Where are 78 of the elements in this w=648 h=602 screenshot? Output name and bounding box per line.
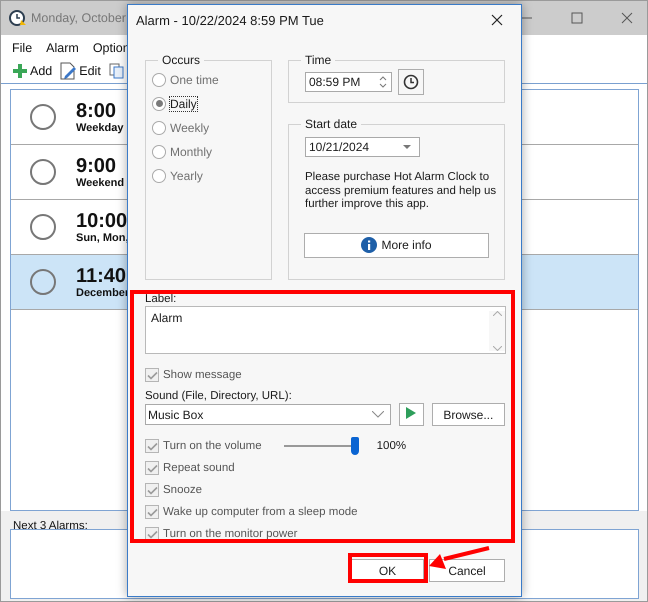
window-title: Monday, October [31,11,126,25]
checkbox-label: Repeat sound [163,462,235,474]
slider-thumb[interactable] [350,437,359,455]
close-icon[interactable] [491,14,503,26]
check-icon [146,370,158,380]
check-icon [146,464,158,472]
alarm-time: 9:00 [76,154,118,176]
alarm-schedule: December [76,286,130,300]
radio-label: Monthly [170,144,212,158]
toggle-circle[interactable] [30,104,56,130]
toolbar-button[interactable]: Add [13,64,52,78]
info-icon [361,237,378,253]
radio-button[interactable] [152,120,166,134]
clock-button[interactable] [398,69,424,95]
alarm-schedule: Sun, Mon, [76,232,129,244]
field-label: Label: [145,293,176,305]
radio-button[interactable] [152,144,166,158]
checkbox[interactable] [145,439,159,453]
radio-label: Yearly [170,168,203,182]
toggle-circle[interactable] [30,214,56,240]
group-title: Occurs [161,53,202,67]
caret-icon [403,145,411,149]
checkbox-label: Snooze [163,484,202,496]
volume-reading: 100% [376,440,406,452]
radio-label: Daily [170,96,197,110]
radio-button[interactable] [152,96,166,110]
section-label: Next 3 Alarms: [13,520,88,532]
checkbox[interactable] [145,505,159,519]
check-icon [146,508,158,516]
date-picker[interactable]: 10/21/2024 [305,137,420,157]
check-icon [146,442,158,450]
chevron-up-icon[interactable] [492,311,502,316]
spinner-icon[interactable] [379,75,387,89]
alarm-time: 10:00 [76,210,128,232]
play-button[interactable] [398,403,424,426]
volume-slider[interactable] [284,436,359,456]
check-icon [146,486,158,494]
menu-item[interactable]: File [12,41,32,55]
checkbox[interactable] [145,368,159,382]
toggle-circle[interactable] [30,159,56,185]
group-title: Time [304,53,332,67]
sound-dropdown[interactable]: Music Box [145,404,391,425]
chevron-down-icon [372,411,384,418]
browse-button[interactable]: Browse... [432,403,505,426]
alarm-time: 11:40 [76,264,128,286]
radio-label: Weekly [170,120,210,134]
alarm-schedule: Weekend [76,176,124,190]
checkbox[interactable] [145,461,159,475]
check-icon [146,530,158,538]
group-title: Start date [304,117,358,131]
checkbox-label: Show message [163,369,242,381]
checkbox-label: Wake up computer from a sleep mode [163,506,358,518]
promo-text: Please purchase Hot Alarm Clock to access premium features and help us further improve this app. [305,171,498,212]
maximize-icon[interactable] [571,12,583,24]
field-label: Sound (File, Directory, URL): [145,390,292,402]
document-pencil-icon [60,62,76,80]
copy-icon[interactable] [108,63,125,79]
chevron-down-icon[interactable] [492,346,502,351]
alarm-time: 8:00 [76,100,118,122]
more-info-button[interactable]: More info [304,232,489,258]
toggle-circle[interactable] [30,269,56,295]
cancel-button[interactable]: Cancel [429,559,505,582]
play-icon [406,407,416,419]
checkbox[interactable] [145,483,159,497]
toolbar-button[interactable]: Edit [60,62,101,80]
alarm-schedule: Weekday [76,122,124,134]
radio-button[interactable] [152,168,166,182]
label-field[interactable]: Alarm [145,306,506,354]
plus-icon [13,64,27,78]
clock-icon [9,9,27,27]
radio-button[interactable] [152,72,166,86]
checkbox-label: Turn on the volume [163,440,262,452]
checkbox-label: Turn on the monitor power [163,528,298,540]
time-field[interactable]: 08:59 PM [305,72,392,92]
menu-item[interactable]: Alarm [46,41,79,55]
radio-label: One time [170,72,219,86]
clock-icon [403,74,419,90]
dialog-title: Alarm - 10/22/2024 8:59 PM Tue [136,12,324,28]
